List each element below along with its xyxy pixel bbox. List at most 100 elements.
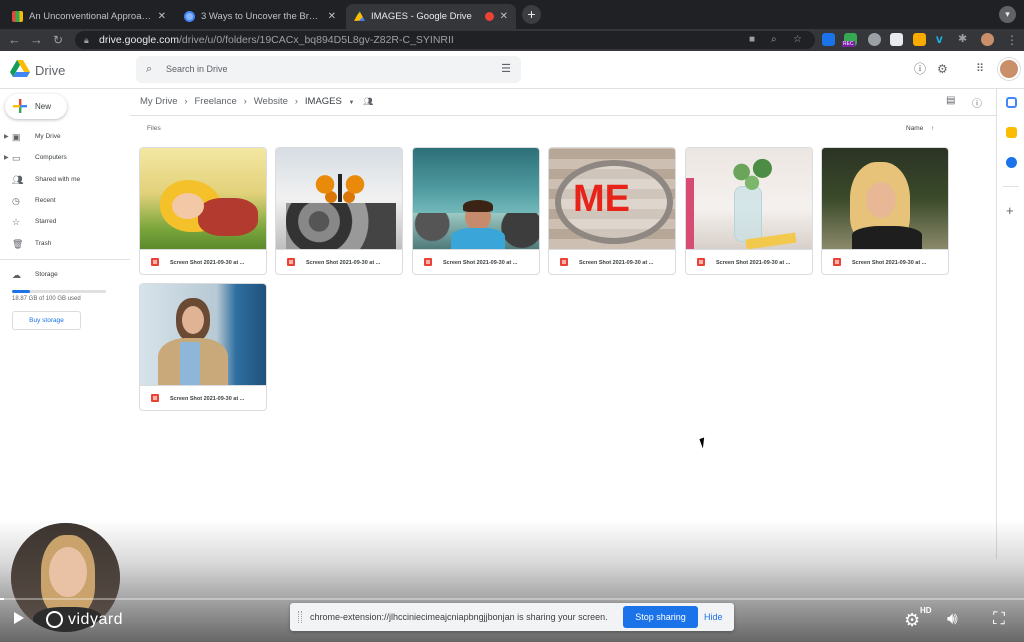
sort-by-name[interactable]: Name ↑ [906,125,934,132]
extension-icon[interactable] [890,33,903,46]
sidebar-item-computers[interactable]: ▶ ▭ Computers [0,149,130,167]
chevron-right-icon: › [184,96,188,106]
main-content: My Drive › Freelance › Website › IMAGES ▼ 👥︎ ▤… [130,89,996,559]
account-avatar[interactable] [998,58,1020,80]
volume-icon[interactable]: 🔊︎ [947,609,958,629]
new-button[interactable]: New [5,94,67,119]
image-file-icon [151,258,159,266]
browser-tab-2[interactable]: 3 Ways to Uncover the Brand C ✕ [176,4,344,29]
video-progress-bar[interactable] [0,598,1024,600]
file-thumbnail [276,148,402,249]
reload-icon[interactable]: ↻ [53,29,63,51]
sidebar-item-shared[interactable]: 👥︎ Shared with me [0,171,130,189]
back-icon[interactable]: ← [8,29,21,51]
file-card[interactable]: Screen Shot 2021-09-30 at ... [412,147,540,275]
breadcrumb-item[interactable]: Website [254,95,288,109]
calendar-icon[interactable] [1006,97,1017,108]
drive-header: Drive ⌕ Search in Drive ☰ ⓘ ⚙ ⠿ [0,51,1024,89]
google-drive-logo-icon[interactable] [10,60,30,78]
profile-avatar-icon[interactable] [981,33,994,46]
tab-title: 3 Ways to Uncover the Brand C [201,11,322,22]
menu-icon[interactable]: ⋮ [1006,29,1018,51]
sidebar-item-storage[interactable]: ☁ Storage [0,266,130,284]
sidebar-item-label: Computers [35,154,67,161]
help-icon[interactable]: ⓘ [914,62,926,76]
file-card[interactable]: Screen Shot 2021-09-30 at ... [139,147,267,275]
address-bar[interactable]: 🔒︎ drive.google.com/drive/u/0/folders/19… [75,31,815,49]
extension-icon[interactable] [822,33,835,46]
breadcrumb-current[interactable]: IMAGES [305,95,342,109]
url-host: drive.google.com [99,34,179,46]
extension-icon[interactable] [913,33,926,46]
cloud-icon: ☁ [12,270,21,280]
search-input[interactable]: ⌕ Search in Drive ☰ [136,56,521,83]
settings-gear-icon[interactable]: ⚙ [937,62,948,76]
new-tab-button[interactable]: + [522,5,541,24]
close-tab-icon[interactable]: ✕ [158,11,166,22]
sidebar-item-starred[interactable]: ☆ Starred [0,213,130,231]
sidebar-item-trash[interactable]: 🗑︎ Trash [0,235,130,253]
hide-button[interactable]: Hide [704,603,723,631]
file-name: Screen Shot 2021-09-30 at ... [140,385,266,410]
bookmark-star-icon[interactable]: ☆ [793,31,802,49]
buy-storage-button[interactable]: Buy storage [12,311,81,330]
sort-label: Name [906,125,924,132]
vidyard-brand-text: vidyard [68,611,124,628]
chevron-right-icon: › [243,96,247,106]
keep-icon[interactable] [1006,127,1017,138]
apps-grid-icon[interactable]: ⠿ [976,62,984,76]
drive-icon: ▣ [12,132,21,142]
files-section-label: Files [147,125,161,132]
drive-logo-text[interactable]: Drive [35,63,65,78]
plus-icon [13,99,27,113]
file-thumbnail [686,148,812,249]
extension-icon[interactable] [868,33,881,46]
browser-tab-1[interactable]: An Unconventional Approach t ✕ [4,4,174,29]
search-options-icon[interactable]: ☰ [501,56,511,83]
tab-favicon [12,11,23,22]
camera-icon[interactable]: ■ [749,31,755,49]
expand-arrow-icon[interactable]: ▶ [4,128,9,146]
sidebar-item-recent[interactable]: ◷ Recent [0,192,130,210]
file-name: Screen Shot 2021-09-30 at ... [276,249,402,274]
add-addon-icon[interactable]: + [1006,203,1014,218]
search-placeholder: Search in Drive [166,64,228,74]
screen-sharing-bar: chrome-extension://jlhcciniecimeajcniapb… [290,603,734,631]
header-divider [130,115,996,116]
settings-gear-icon[interactable]: ⚙ [904,610,920,631]
expand-arrow-icon[interactable]: ▶ [4,149,9,167]
play-icon[interactable] [14,612,24,624]
file-thumbnail [822,148,948,249]
breadcrumb-item[interactable]: Freelance [194,95,236,109]
browser-tab-3[interactable]: IMAGES - Google Drive ✕ [346,4,516,29]
close-tab-icon[interactable]: ✕ [500,11,508,22]
storage-quota-bar [12,290,106,293]
tasks-icon[interactable] [1006,157,1017,168]
breadcrumb: My Drive › Freelance › Website › IMAGES ▼ 👥︎ [140,94,373,110]
file-name: Screen Shot 2021-09-30 at ... [686,249,812,274]
fullscreen-icon[interactable]: ⛶ [993,609,1005,629]
chevron-down-icon[interactable]: ▼ [348,96,354,110]
file-card[interactable]: ME Screen Shot 2021-09-30 at ... [548,147,676,275]
breadcrumb-item[interactable]: My Drive [140,95,177,109]
search-icon[interactable]: ⌕ [146,56,152,83]
vimeo-extension-icon[interactable]: v [936,33,949,46]
stop-sharing-button[interactable]: Stop sharing [623,606,698,628]
url-path: /drive/u/0/folders/19CACx_bq894D5L8gv-Z8… [178,34,454,46]
file-card[interactable]: Screen Shot 2021-09-30 at ... [139,283,267,411]
zoom-icon[interactable]: ⌕ [771,31,777,49]
tab-search-icon[interactable]: ▾ [999,6,1016,23]
drag-handle-icon[interactable] [298,611,302,623]
close-tab-icon[interactable]: ✕ [328,11,336,22]
file-card[interactable]: Screen Shot 2021-09-30 at ... [685,147,813,275]
puzzle-icon[interactable]: ✱ [958,33,971,46]
side-panel-divider [1003,186,1019,187]
file-card[interactable]: Screen Shot 2021-09-30 at ... [821,147,949,275]
sidebar-item-label: Shared with me [35,176,81,183]
file-thumbnail [140,148,266,249]
list-view-icon[interactable]: ▤ [946,95,955,106]
sidebar-item-my-drive[interactable]: ▶ ▣ My Drive [0,128,130,146]
forward-icon[interactable]: → [30,29,43,51]
details-info-icon[interactable]: ⓘ [972,95,982,110]
file-card[interactable]: Screen Shot 2021-09-30 at ... [275,147,403,275]
